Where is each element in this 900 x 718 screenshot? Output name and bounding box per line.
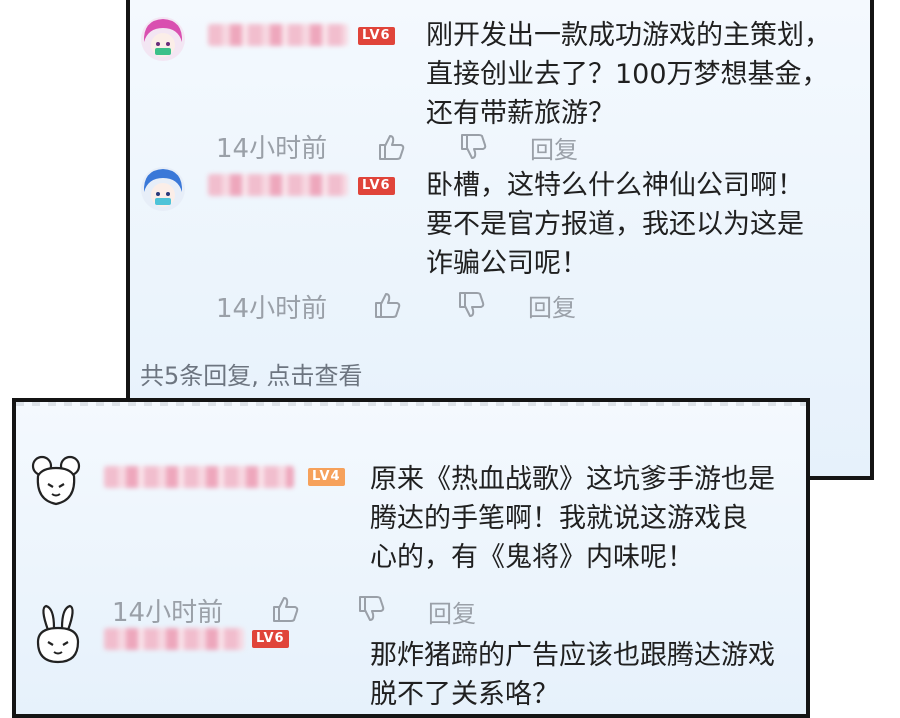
- avatar[interactable]: [140, 16, 186, 62]
- comment-time: 14小时前: [216, 134, 328, 164]
- username-blurred[interactable]: [104, 628, 244, 650]
- comment-text: 原来《热血战歌》这坑爹手游也是 腾达的手笔啊！我就说这游戏良 心的，有《鬼将》内…: [370, 464, 775, 573]
- comment-time: 14小时前: [216, 294, 328, 324]
- username-blurred[interactable]: [104, 466, 294, 488]
- comment-text: 刚开发出一款成功游戏的主策划， 直接创业去了？100万梦想基金， 还有带薪旅游？: [426, 20, 831, 129]
- mouse-avatar[interactable]: [30, 452, 82, 508]
- thumbs-down-icon[interactable]: [458, 132, 488, 162]
- rabbit-avatar[interactable]: [32, 604, 84, 666]
- thumbs-down-icon[interactable]: [356, 594, 386, 624]
- thumbs-up-icon[interactable]: [376, 132, 406, 162]
- thumbs-up-icon[interactable]: [372, 290, 402, 320]
- reply-panel-bottom: LV4 原来《热血战歌》这坑爹手游也是 腾达的手笔啊！我就说这游戏良 心的，有《…: [12, 398, 810, 718]
- level-badge: LV6: [358, 177, 395, 195]
- reply-button[interactable]: 回复: [428, 594, 476, 629]
- level-badge: LV6: [252, 630, 289, 648]
- thumbs-up-icon[interactable]: [270, 594, 300, 624]
- thumbs-down-icon[interactable]: [456, 290, 486, 320]
- comment-text: 卧槽，这特么什么神仙公司啊！ 要不是官方报道，我还以为这是 诈骗公司呢！: [426, 170, 804, 279]
- comment-text: 那炸猪蹄的广告应该也跟腾达游戏 脱不了关系咯？: [370, 640, 775, 710]
- avatar[interactable]: [140, 166, 186, 212]
- username-blurred[interactable]: [208, 174, 348, 196]
- level-badge: LV6: [358, 27, 395, 45]
- reply-button[interactable]: 回复: [528, 288, 576, 323]
- reply-button[interactable]: 回复: [530, 130, 578, 165]
- username-blurred[interactable]: [208, 24, 348, 46]
- comment-time: 14小时前: [112, 598, 224, 628]
- view-more-replies-link[interactable]: 共5条回复, 点击查看: [140, 356, 363, 391]
- level-badge: LV4: [308, 468, 345, 486]
- obscured-row: [16, 402, 806, 406]
